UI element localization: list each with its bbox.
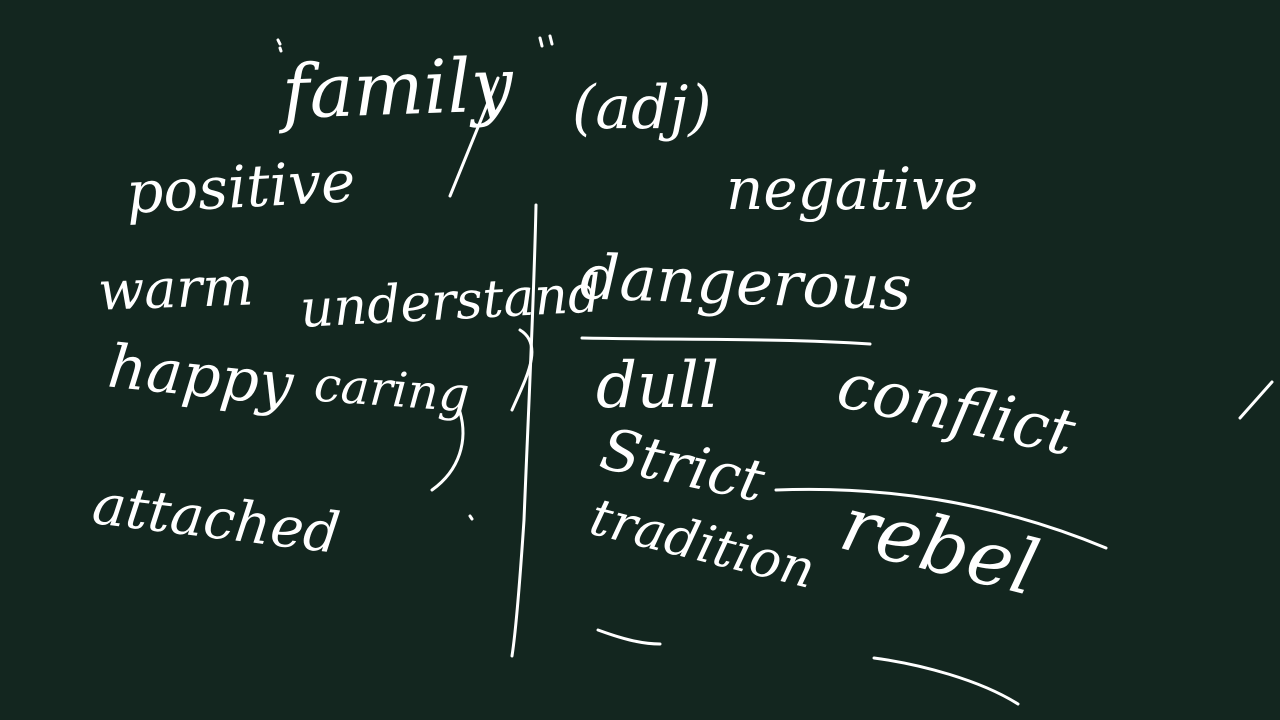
negative-word-dull: dull	[596, 349, 720, 423]
title-word: family	[280, 41, 515, 137]
underline-rebel	[872, 656, 1020, 706]
connector-hook-2	[430, 410, 465, 492]
positive-word-happy: happy	[104, 331, 297, 421]
positive-heading: positive	[124, 147, 357, 227]
positive-word-warm: warm	[96, 254, 255, 323]
negative-word-dangerous: dangerous	[578, 240, 913, 325]
underline-tradition	[596, 628, 662, 646]
underline-dangerous	[580, 336, 872, 346]
positive-word-understand: understand	[298, 264, 603, 340]
quote-mark-right	[538, 34, 554, 48]
blackboard: family (adj) positive negative warm unde…	[0, 0, 1280, 720]
chalk-dot	[468, 514, 474, 521]
stray-mark	[1238, 380, 1274, 420]
negative-heading: negative	[726, 155, 979, 223]
part-of-speech-label: (adj)	[572, 73, 712, 143]
positive-word-caring: caring	[312, 356, 472, 424]
